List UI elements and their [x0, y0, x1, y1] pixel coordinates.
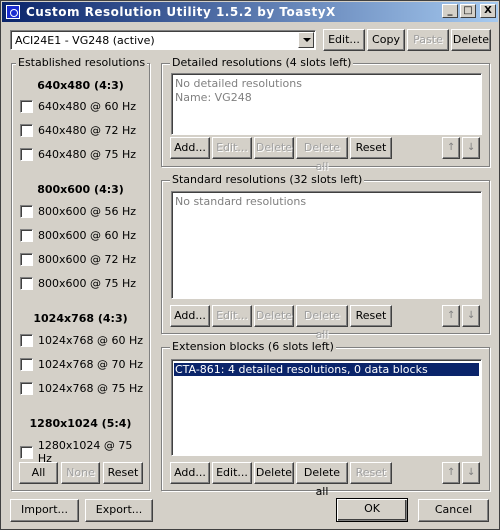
move-down-button[interactable]: ↓ [462, 137, 480, 159]
detailed-group: Detailed resolutions (4 slots left) No d… [161, 56, 490, 173]
checkbox[interactable] [20, 334, 33, 347]
checkbox[interactable] [20, 205, 33, 218]
checkbox-label: 800x600 @ 60 Hz [38, 229, 137, 242]
section-header: 1024x768 (4:3) [33, 312, 128, 325]
import-button[interactable]: Import... [10, 499, 79, 522]
checkbox[interactable] [20, 253, 33, 266]
extension-group: Extension blocks (6 slots left) CTA-861:… [161, 340, 490, 498]
reset-extension-button[interactable]: Reset [350, 462, 392, 484]
delete-all-detailed-button[interactable]: Delete all [296, 137, 348, 173]
checkbox[interactable] [20, 100, 33, 113]
move-down-button[interactable]: ↓ [462, 462, 480, 484]
checkbox[interactable] [20, 445, 33, 459]
main-window: Custom Resolution Utility 1.5.2 by Toast… [0, 0, 500, 530]
reset-standard-button[interactable]: Reset [350, 305, 392, 327]
checkbox-label: 800x600 @ 72 Hz [38, 253, 137, 266]
checkbox-row[interactable]: 640x480 @ 72 Hz [20, 124, 136, 137]
standard-title: Standard resolutions (32 slots left) [170, 173, 365, 186]
checkbox-row[interactable]: 640x480 @ 60 Hz [20, 100, 136, 113]
checkbox-row[interactable]: 800x600 @ 72 Hz [20, 253, 136, 266]
none-button[interactable]: None [61, 462, 100, 484]
copy-button[interactable]: Copy [367, 29, 405, 51]
checkbox-row[interactable]: 800x600 @ 60 Hz [20, 229, 136, 242]
edit-standard-button[interactable]: Edit... [212, 305, 252, 327]
section-header: 1280x1024 (5:4) [29, 417, 132, 430]
arrow-down-icon: ↓ [467, 467, 476, 478]
checkbox-label: 640x480 @ 72 Hz [38, 124, 137, 137]
delete-all-extension-button[interactable]: Delete all [296, 462, 348, 498]
add-detailed-button[interactable]: Add... [170, 137, 210, 159]
delete-standard-button[interactable]: Delete [254, 305, 294, 327]
checkbox-label: 1024x768 @ 70 Hz [38, 358, 144, 371]
arrow-up-icon: ↑ [447, 467, 456, 478]
reset-established-button[interactable]: Reset [103, 462, 143, 484]
delete-monitor-button[interactable]: Delete [451, 29, 491, 51]
checkbox-row[interactable]: 800x600 @ 75 Hz [20, 277, 136, 290]
checkbox-label: 800x600 @ 56 Hz [38, 205, 137, 218]
monitor-select-value: ACI24E1 - VG248 (active) [15, 34, 155, 47]
edit-extension-button[interactable]: Edit... [212, 462, 252, 484]
checkbox-row[interactable]: 640x480 @ 75 Hz [20, 148, 136, 161]
checkbox-row[interactable]: 1024x768 @ 70 Hz [20, 358, 143, 371]
checkbox[interactable] [20, 382, 33, 395]
app-icon [6, 5, 20, 19]
checkbox[interactable] [20, 277, 33, 290]
checkbox-label: 800x600 @ 75 Hz [38, 277, 137, 290]
checkbox[interactable] [20, 148, 33, 161]
title-bar[interactable]: Custom Resolution Utility 1.5.2 by Toast… [2, 2, 498, 22]
arrow-up-icon: ↑ [447, 142, 456, 153]
export-button[interactable]: Export... [85, 499, 153, 522]
list-item: No standard resolutions [175, 195, 307, 208]
move-up-button[interactable]: ↑ [442, 462, 460, 484]
move-down-button[interactable]: ↓ [462, 305, 480, 327]
checkbox-label: 1024x768 @ 75 Hz [38, 382, 144, 395]
arrow-down-icon: ↓ [467, 310, 476, 321]
detailed-list[interactable]: No detailed resolutions Name: VG248 [171, 73, 482, 135]
title-buttons: _ □ X [442, 4, 496, 18]
established-group: Established resolutions 640x480 (4:3) 64… [11, 56, 150, 491]
ok-button[interactable]: OK [336, 498, 408, 522]
delete-all-standard-button[interactable]: Delete all [296, 305, 348, 341]
reset-detailed-button[interactable]: Reset [350, 137, 392, 159]
detailed-title: Detailed resolutions (4 slots left) [170, 56, 354, 69]
arrow-up-icon: ↑ [447, 310, 456, 321]
delete-detailed-button[interactable]: Delete [254, 137, 294, 159]
checkbox-label: 640x480 @ 60 Hz [38, 100, 137, 113]
edit-monitor-button[interactable]: Edit... [323, 29, 365, 51]
edit-detailed-button[interactable]: Edit... [212, 137, 252, 159]
window-title: Custom Resolution Utility 1.5.2 by Toast… [26, 5, 336, 19]
list-item: Name: VG248 [175, 91, 252, 104]
checkbox-row[interactable]: 1024x768 @ 75 Hz [20, 382, 143, 395]
extension-title: Extension blocks (6 slots left) [170, 340, 336, 353]
move-up-button[interactable]: ↑ [442, 305, 460, 327]
checkbox-row[interactable]: 800x600 @ 56 Hz [20, 205, 136, 218]
close-button[interactable]: X [480, 4, 496, 18]
section-header: 640x480 (4:3) [37, 79, 124, 92]
list-item: No detailed resolutions [175, 77, 302, 90]
minimize-button[interactable]: _ [442, 4, 458, 18]
paste-button[interactable]: Paste [407, 29, 449, 51]
established-title: Established resolutions [16, 56, 148, 69]
add-standard-button[interactable]: Add... [170, 305, 210, 327]
add-extension-button[interactable]: Add... [170, 462, 210, 484]
move-up-button[interactable]: ↑ [442, 137, 460, 159]
checkbox[interactable] [20, 124, 33, 137]
list-item[interactable]: CTA-861: 4 detailed resolutions, 0 data … [174, 363, 479, 376]
checkbox-label: 1024x768 @ 60 Hz [38, 334, 144, 347]
checkbox[interactable] [20, 229, 33, 242]
standard-list[interactable]: No standard resolutions [171, 191, 482, 299]
delete-extension-button[interactable]: Delete [254, 462, 294, 484]
all-button[interactable]: All [19, 462, 58, 484]
standard-group: Standard resolutions (32 slots left) No … [161, 173, 490, 341]
chevron-down-icon[interactable] [298, 32, 314, 48]
monitor-select[interactable]: ACI24E1 - VG248 (active) [10, 30, 316, 50]
cancel-button[interactable]: Cancel [418, 499, 489, 522]
checkbox-row[interactable]: 1024x768 @ 60 Hz [20, 334, 143, 347]
section-header: 800x600 (4:3) [37, 183, 124, 196]
extension-list[interactable]: CTA-861: 4 detailed resolutions, 0 data … [171, 359, 482, 456]
checkbox-label: 640x480 @ 75 Hz [38, 148, 137, 161]
arrow-down-icon: ↓ [467, 142, 476, 153]
checkbox[interactable] [20, 358, 33, 371]
maximize-button[interactable]: □ [460, 4, 476, 18]
